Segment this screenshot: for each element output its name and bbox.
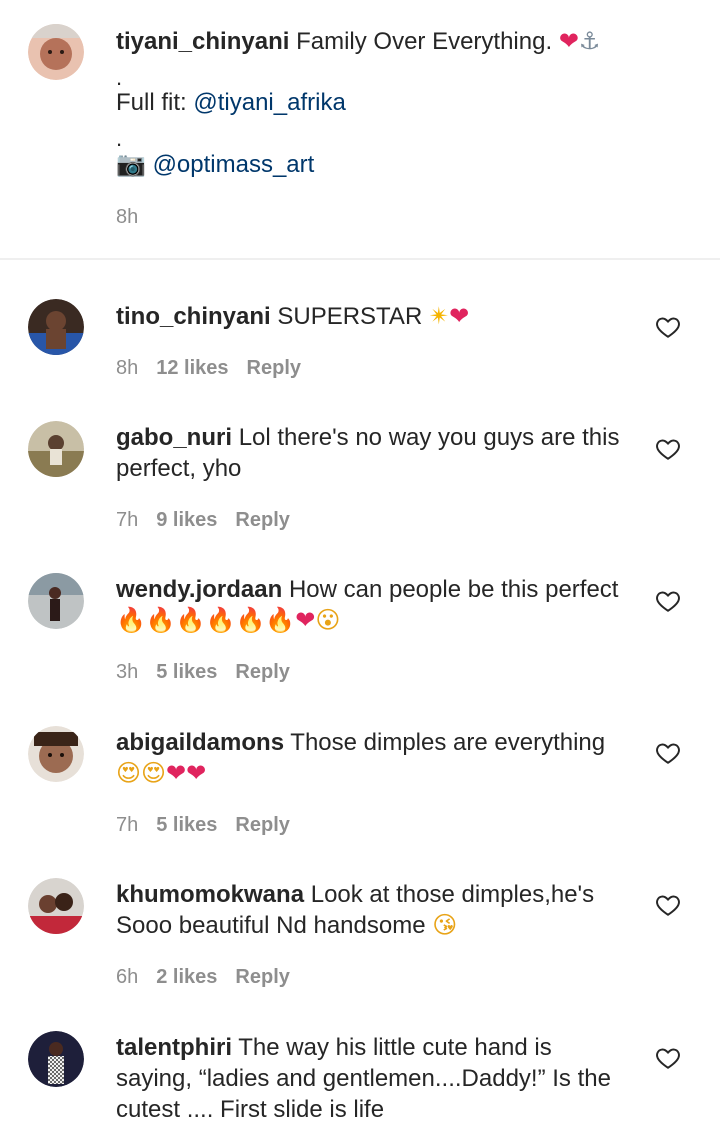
caption-photo-line: 📷 @optimass_art [116, 149, 628, 180]
like-heart-icon[interactable] [655, 740, 681, 766]
comment-text: abigaildamons Those dimples are everythi… [116, 727, 628, 789]
comment-time: 7h [116, 814, 139, 836]
comment-avatar-wendy[interactable] [28, 573, 84, 629]
comment-text: tino_chinyani SUPERSTAR ✴❤ [116, 301, 628, 332]
comment-text: talentphiri The way his little cute hand… [116, 1032, 628, 1123]
comment-username[interactable]: abigaildamons [116, 729, 284, 756]
like-heart-icon[interactable] [655, 436, 681, 462]
comment-reply-button[interactable]: Reply [235, 814, 289, 836]
caption-text: tiyani_chinyani Family Over Everything. … [116, 26, 628, 57]
caption-separator-1: . [116, 65, 123, 90]
comments-screen: tiyani_chinyani Family Over Everything. … [0, 0, 720, 1123]
caption-meta: 8h [116, 205, 138, 229]
comment-avatar-gabo[interactable] [28, 421, 84, 477]
comment-emojis: 😍😍❤❤ [116, 759, 207, 787]
like-heart-icon[interactable] [655, 1045, 681, 1071]
comment-username[interactable]: khumomokwana [116, 881, 304, 908]
caption-time: 8h [116, 206, 139, 228]
fullfit-label: Full fit: [116, 89, 187, 116]
comment-meta: 6h 2 likes Reply [116, 965, 290, 989]
caption-username[interactable]: tiyani_chinyani [116, 28, 289, 55]
caption-body: Family Over Everything. [296, 28, 553, 55]
comment-likes[interactable]: 5 likes [156, 814, 217, 836]
comment-likes[interactable]: 5 likes [156, 661, 217, 683]
like-heart-icon[interactable] [655, 588, 681, 614]
comment-meta: 7h 9 likes Reply [116, 508, 290, 532]
comment-reply-button[interactable]: Reply [235, 966, 289, 988]
comment-time: 3h [116, 661, 139, 683]
comment-meta: 8h 12 likes Reply [116, 356, 301, 380]
comment-reply-button[interactable]: Reply [247, 357, 301, 379]
comment-avatar-talent[interactable] [28, 1031, 84, 1087]
comment-meta: 7h 5 likes Reply [116, 813, 290, 837]
comment-emojis: 🔥🔥🔥🔥🔥🔥❤😮 [116, 606, 341, 634]
comment-body: Those dimples are everything [290, 729, 606, 756]
comment-avatar-abigail[interactable] [28, 726, 84, 782]
comment-text: khumomokwana Look at those dimples,he's … [116, 879, 628, 941]
caption-fullfit-line: Full fit: @tiyani_afrika [116, 87, 628, 118]
comment-body: How can people be this perfect [288, 576, 619, 603]
caption-avatar[interactable] [28, 24, 84, 80]
caption-divider [0, 258, 720, 260]
comment-likes[interactable]: 12 likes [156, 357, 228, 379]
camera-icon: 📷 [116, 150, 146, 178]
photo-mention-link[interactable]: @optimass_art [153, 151, 315, 178]
comment-emojis: 😘 [432, 911, 458, 939]
comment-text: wendy.jordaan How can people be this per… [116, 574, 628, 636]
comment-username[interactable]: tino_chinyani [116, 303, 271, 330]
like-heart-icon[interactable] [655, 892, 681, 918]
comment-avatar-khumo[interactable] [28, 878, 84, 934]
caption-emojis: ❤⚓ [558, 27, 601, 55]
comment-body: SUPERSTAR [277, 303, 423, 330]
comment-likes[interactable]: 2 likes [156, 966, 217, 988]
comment-likes[interactable]: 9 likes [156, 509, 217, 531]
comment-meta: 3h 5 likes Reply [116, 660, 290, 684]
comment-emojis: ✴❤ [428, 302, 470, 330]
comment-text: gabo_nuri Lol there's no way you guys ar… [116, 422, 628, 484]
fullfit-mention-link[interactable]: @tiyani_afrika [193, 89, 345, 116]
comment-time: 7h [116, 509, 139, 531]
comment-time: 6h [116, 966, 139, 988]
like-heart-icon[interactable] [655, 314, 681, 340]
comment-reply-button[interactable]: Reply [235, 509, 289, 531]
comment-avatar-tino[interactable] [28, 299, 84, 355]
comment-username[interactable]: wendy.jordaan [116, 576, 282, 603]
comment-username[interactable]: talentphiri [116, 1034, 232, 1061]
comment-username[interactable]: gabo_nuri [116, 424, 232, 451]
comment-time: 8h [116, 357, 139, 379]
caption-separator-2: . [116, 126, 123, 151]
comment-reply-button[interactable]: Reply [235, 661, 289, 683]
